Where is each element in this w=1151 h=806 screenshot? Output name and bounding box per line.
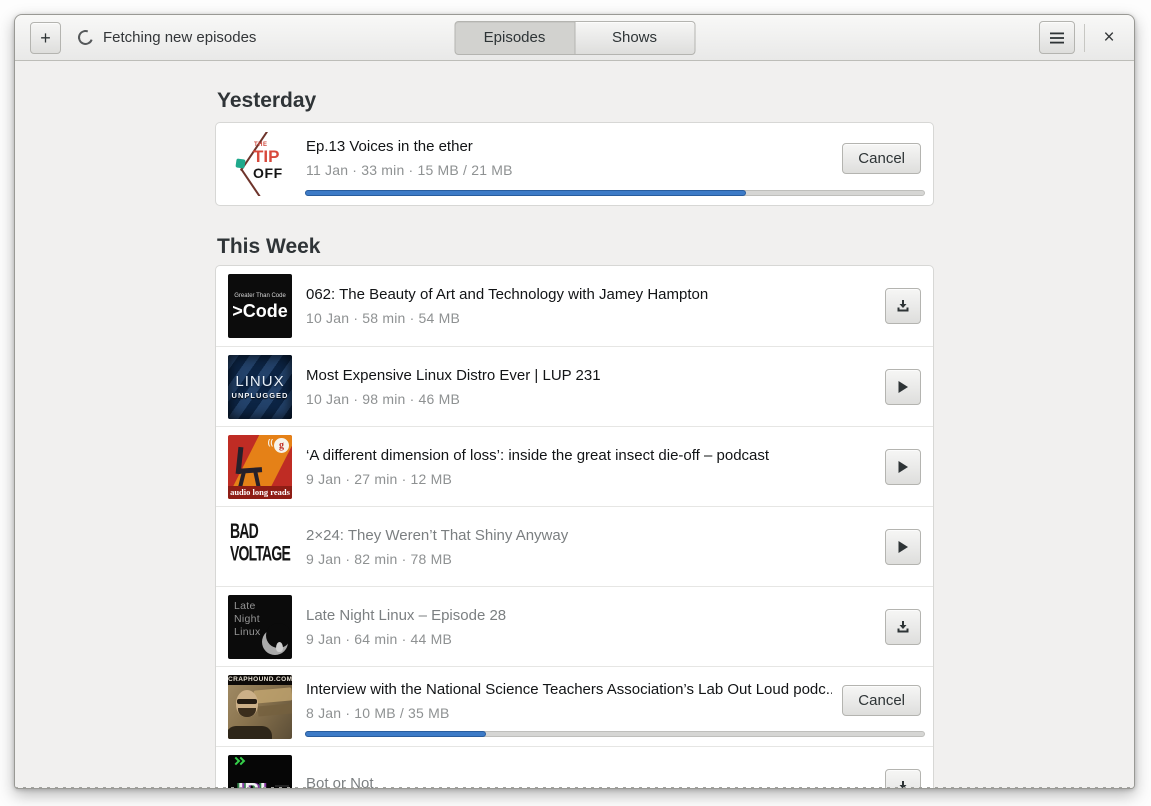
- episodes-card: THE TIP OFF Ep.13 Voices in the ether 11…: [215, 122, 934, 206]
- view-switcher: Episodes Shows: [454, 20, 695, 55]
- play-icon: [898, 540, 908, 553]
- episode-title: Late Night Linux – Episode 28: [306, 606, 507, 624]
- episodes-section: This Week Greater Than Code >Code 062: T…: [215, 235, 934, 788]
- cancel-download-button[interactable]: Cancel: [842, 142, 921, 174]
- tab-shows[interactable]: Shows: [574, 20, 695, 55]
- show-cover-art: Late Night Linux: [228, 594, 292, 659]
- episode-meta: 9 Jan · 82 min · 78 MB: [306, 550, 453, 567]
- episode-meta: 8 Jan · 10 MB / 35 MB: [306, 704, 450, 721]
- app-window: + Fetching new episodes Episodes Shows ×…: [14, 14, 1135, 789]
- show-cover-art: (( g audio long reads: [228, 434, 292, 499]
- download-episode-button[interactable]: [885, 288, 921, 324]
- add-podcast-button[interactable]: +: [30, 21, 61, 54]
- sound-waves-icon: ((: [267, 437, 273, 447]
- episodes-card: Greater Than Code >Code 062: The Beauty …: [215, 265, 934, 788]
- episode-title: 062: The Beauty of Art and Technology wi…: [306, 286, 709, 303]
- hamburger-menu-icon: [1050, 32, 1064, 43]
- episode-title: Bot or Not: [306, 774, 374, 789]
- episode-row: BAD VOLTAGE 2×24: They Weren’t That Shin…: [216, 506, 933, 586]
- episode-meta: 10 Jan · 58 min · 54 MB: [306, 310, 460, 326]
- episode-title: ‘A different dimension of loss’: inside …: [306, 446, 770, 464]
- scroll-undershoot-indicator: [15, 787, 1134, 788]
- episode-row: IRL Bot or Not: [216, 746, 933, 788]
- show-cover-art: IRL: [228, 754, 292, 788]
- episode-title: Interview with the National Science Teac…: [306, 680, 833, 698]
- episodes-scroll-area[interactable]: Yesterday THE TIP OFF Ep.13 Voices in th…: [15, 61, 1134, 788]
- episodes-section: Yesterday THE TIP OFF Ep.13 Voices in th…: [215, 89, 934, 206]
- play-episode-button[interactable]: [885, 368, 921, 405]
- play-icon: [898, 460, 908, 473]
- close-window-button[interactable]: ×: [1094, 23, 1124, 53]
- show-cover-art: Greater Than Code >Code: [228, 274, 292, 338]
- episode-meta: 9 Jan · 27 min · 12 MB: [306, 470, 453, 487]
- download-episode-button[interactable]: [885, 768, 921, 788]
- show-cover-art: THE TIP OFF: [228, 132, 292, 196]
- episode-row: THE TIP OFF Ep.13 Voices in the ether 11…: [216, 123, 933, 205]
- play-episode-button[interactable]: [885, 448, 921, 485]
- guardian-badge-icon: g: [274, 437, 289, 453]
- play-icon: [898, 380, 908, 393]
- episode-row: LINUX UNPLUGGED Most Expensive Linux Dis…: [216, 346, 933, 426]
- download-episode-button[interactable]: [885, 608, 921, 645]
- episode-title: Ep.13 Voices in the ether: [306, 138, 473, 155]
- episode-meta: 10 Jan · 98 min · 46 MB: [306, 390, 460, 407]
- cancel-download-button[interactable]: Cancel: [842, 685, 921, 716]
- download-icon: [897, 300, 909, 312]
- episode-meta: 11 Jan · 33 min · 15 MB / 21 MB: [306, 162, 513, 178]
- chevron-icon: [236, 756, 246, 765]
- episode-title: Most Expensive Linux Distro Ever | LUP 2…: [306, 366, 601, 384]
- episodes-content: Yesterday THE TIP OFF Ep.13 Voices in th…: [215, 89, 934, 788]
- episode-row: CRAPHOUND.COM Interview with the Nationa…: [216, 666, 933, 746]
- show-cover-art: LINUX UNPLUGGED: [228, 354, 292, 419]
- tipoff-dot: [235, 158, 246, 169]
- headerbar[interactable]: + Fetching new episodes Episodes Shows ×: [15, 15, 1134, 61]
- show-cover-art: CRAPHOUND.COM: [228, 674, 292, 739]
- episode-title: 2×24: They Weren’t That Shiny Anyway: [306, 526, 569, 544]
- episode-row: Late Night Linux Late Night Linux – Epis…: [216, 586, 933, 666]
- penguin-icon: [276, 641, 283, 652]
- fetch-status-text: Fetching new episodes: [103, 29, 257, 46]
- show-cover-art: BAD VOLTAGE: [228, 514, 292, 579]
- download-icon: [897, 620, 909, 632]
- section-title: This Week: [217, 235, 321, 258]
- tab-episodes[interactable]: Episodes: [454, 20, 575, 55]
- download-progress-bar: [305, 731, 925, 737]
- app-menu-button[interactable]: [1039, 21, 1075, 54]
- episode-row: Greater Than Code >Code 062: The Beauty …: [216, 266, 933, 346]
- headerbar-separator: [1084, 23, 1085, 52]
- loading-spinner-icon: [75, 27, 96, 48]
- episode-row: (( g audio long reads ‘A different dimen…: [216, 426, 933, 506]
- download-progress-bar: [305, 190, 925, 196]
- section-title: Yesterday: [217, 89, 317, 112]
- play-episode-button[interactable]: [885, 528, 921, 565]
- episode-meta: 9 Jan · 64 min · 44 MB: [306, 630, 453, 647]
